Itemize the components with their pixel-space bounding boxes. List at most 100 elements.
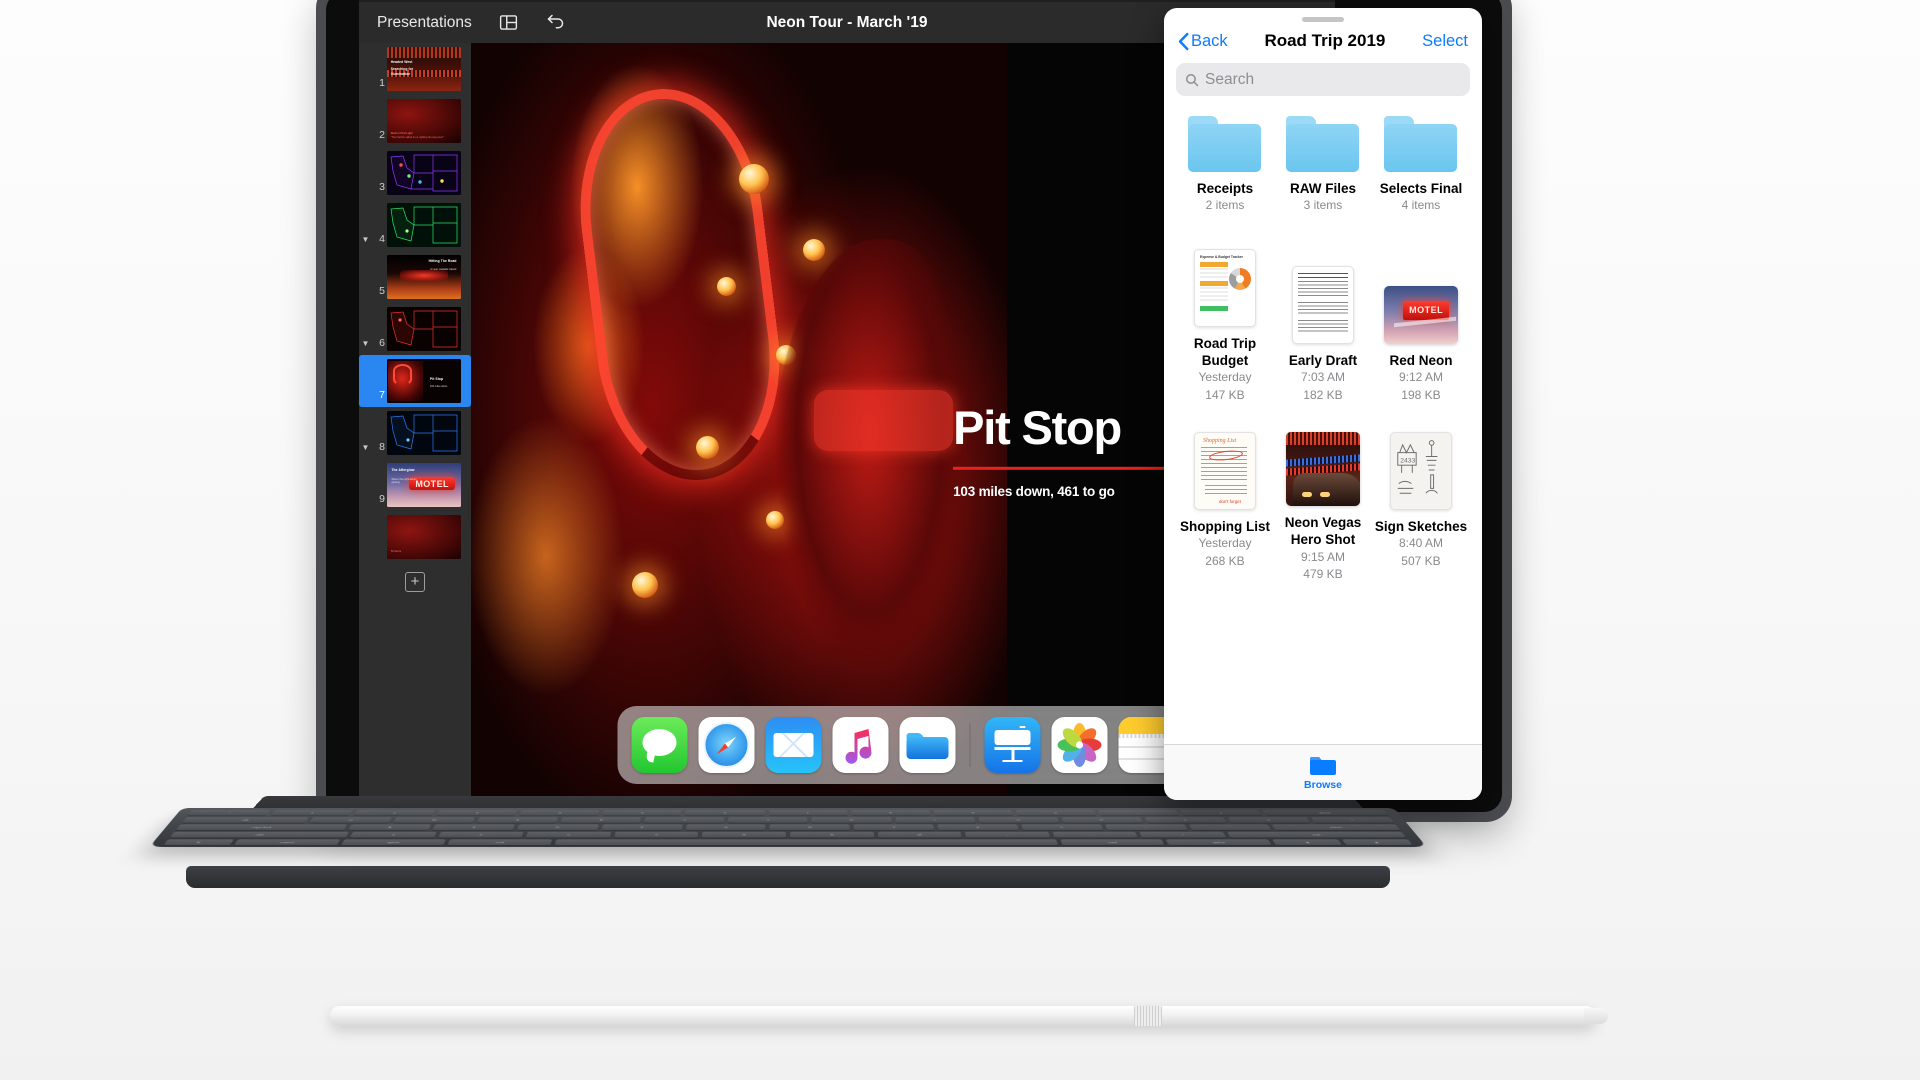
key[interactable]: ▶ <box>1342 839 1413 846</box>
key[interactable]: H <box>769 824 851 831</box>
key[interactable]: = <box>1180 810 1262 816</box>
file-item-road-trip-budget[interactable]: Expense & Budget Tracker Road Trip Budge… <box>1176 248 1274 404</box>
key[interactable]: A <box>348 824 432 831</box>
key[interactable]: S <box>432 824 515 831</box>
dock-app-music[interactable] <box>832 717 889 773</box>
slide-thumbnail-3[interactable]: 3 <box>359 147 471 199</box>
key[interactable]: caps lock <box>175 824 348 831</box>
key[interactable]: 9 <box>933 810 1014 816</box>
key[interactable]: control <box>233 839 341 846</box>
presentations-back-button[interactable]: Presentations <box>377 14 472 32</box>
key[interactable]: ' <box>1188 824 1272 831</box>
key[interactable]: ◀ <box>1272 839 1343 846</box>
key[interactable]: . <box>1052 831 1139 838</box>
slide-thumbnail-10[interactable]: 72 doors <box>359 511 471 563</box>
key[interactable]: , <box>964 831 1051 838</box>
keyboard-row-5[interactable]: ⌘ control option cmd cmd option ◀ ▶ <box>151 839 1426 846</box>
key[interactable]: 1 <box>270 810 353 816</box>
collapse-triangle[interactable]: ▼ <box>359 236 372 247</box>
key[interactable]: 3 <box>436 810 518 816</box>
key[interactable]: E <box>476 817 559 823</box>
file-item-sign-sketches[interactable]: 2433 Sign Sketches 8:40 AM 507 KB <box>1372 431 1470 570</box>
key[interactable]: return <box>1272 824 1401 831</box>
keyboard-row-1[interactable]: ~1 23 45 67 89 0- = delete <box>176 810 1401 816</box>
key[interactable]: C <box>525 831 612 838</box>
file-item-shopping-list[interactable]: Shopping List don't forget Shopping List… <box>1176 431 1274 570</box>
files-search-field[interactable]: Search <box>1176 63 1470 96</box>
key[interactable]: R <box>560 817 642 823</box>
smart-keyboard[interactable]: ~1 23 45 67 89 0- = delete tab QW ER TY U… <box>149 796 1427 894</box>
undo-icon[interactable] <box>545 12 566 33</box>
slide-thumbnail-1[interactable]: 1 Headed West Searching for Illumination <box>359 43 471 95</box>
file-item-early-draft[interactable]: Early Draft 7:03 AM 182 KB <box>1274 265 1372 404</box>
key[interactable]: 5 <box>602 810 683 816</box>
key[interactable]: P <box>1061 817 1143 823</box>
key[interactable]: tab <box>181 817 310 823</box>
key[interactable]: shift <box>169 831 350 838</box>
key[interactable]: N <box>790 831 874 838</box>
files-select-button[interactable]: Select <box>1422 32 1468 51</box>
slide-thumbnail-8[interactable]: ▼ 8 <box>359 407 471 459</box>
slide-thumbnail-5[interactable]: 5 Hitting The Road A neon roadside class… <box>359 251 471 303</box>
folder-item-receipts[interactable]: Receipts 2 items <box>1176 116 1274 215</box>
key[interactable]: 8 <box>850 810 931 816</box>
files-slide-over-panel[interactable]: Back Road Trip 2019 Select Search Receip… <box>1164 8 1482 800</box>
key[interactable]: Z <box>349 831 437 838</box>
dock-app-files[interactable] <box>899 717 956 773</box>
key[interactable]: ] <box>1227 817 1311 823</box>
key[interactable]: Q <box>309 817 393 823</box>
tab-browse[interactable]: Browse <box>1304 755 1342 791</box>
key[interactable]: shift <box>1226 831 1407 838</box>
key[interactable]: 6 <box>685 810 765 816</box>
slide-thumbnail-7[interactable]: 7 Pit Stop 103 miles down <box>359 355 471 407</box>
key[interactable]: delete <box>1262 810 1389 816</box>
key[interactable]: cmd <box>447 839 553 846</box>
folder-item-selects-final[interactable]: Selects Final 4 items <box>1372 116 1470 215</box>
key[interactable]: U <box>811 817 892 823</box>
key[interactable]: / <box>1139 831 1227 838</box>
apple-pencil[interactable] <box>330 1006 1608 1026</box>
add-slide-icon[interactable]: + <box>405 572 425 592</box>
key[interactable]: - <box>1097 810 1180 816</box>
keyboard-row-2[interactable]: tab QW ER TY UI OP [] \ <box>170 817 1407 823</box>
key[interactable]: F <box>601 824 683 831</box>
key[interactable]: K <box>937 824 1019 831</box>
dock-app-photos[interactable] <box>1051 717 1108 773</box>
file-item-red-neon[interactable]: MOTEL Red Neon 9:12 AM 198 KB <box>1372 285 1470 404</box>
key[interactable]: W <box>393 817 476 823</box>
files-content-grid[interactable]: Receipts 2 items RAW Files 3 items Selec… <box>1164 96 1482 744</box>
key[interactable]: X <box>437 831 524 838</box>
key[interactable]: J <box>853 824 935 831</box>
file-item-neon-vegas-hero-shot[interactable]: Neon Vegas Hero Shot 9:15 AM 479 KB <box>1274 431 1372 583</box>
files-back-button[interactable]: Back <box>1178 32 1228 51</box>
key[interactable]: option <box>1166 839 1272 846</box>
view-options-icon[interactable] <box>498 12 519 33</box>
globe-key[interactable]: ⌘ <box>163 839 234 846</box>
key[interactable]: 0 <box>1015 810 1097 816</box>
dock-app-mail[interactable] <box>765 717 822 773</box>
dock-app-keynote[interactable] <box>984 717 1041 773</box>
key[interactable]: 4 <box>519 810 600 816</box>
key[interactable]: [ <box>1144 817 1227 823</box>
key[interactable]: M <box>877 831 962 838</box>
key[interactable]: cmd <box>1060 839 1165 846</box>
key[interactable]: B <box>702 831 786 838</box>
dock-app-safari[interactable] <box>698 717 755 773</box>
key[interactable]: O <box>978 817 1060 823</box>
key[interactable]: option <box>340 839 447 846</box>
slide-thumbnail-4[interactable]: ▼ 4 <box>359 199 471 251</box>
space-key[interactable] <box>554 839 1058 846</box>
slide-thumbnail-2[interactable]: 2 Dusk in First Light "The horizon calle… <box>359 95 471 147</box>
key[interactable]: ; <box>1104 824 1188 831</box>
key[interactable]: 7 <box>768 810 848 816</box>
key[interactable]: G <box>685 824 766 831</box>
key[interactable]: L <box>1021 824 1104 831</box>
keyboard-row-4[interactable]: shift ZX CV BN M, . / shift <box>157 831 1419 838</box>
collapse-triangle[interactable]: ▼ <box>359 444 372 455</box>
slide-thumbnail-9[interactable]: 9 MOTEL The Afterglow Where the night ke… <box>359 459 471 511</box>
key[interactable]: D <box>516 824 599 831</box>
dock-app-messages[interactable] <box>631 717 688 773</box>
key[interactable]: \ <box>1310 817 1395 823</box>
slide-navigator[interactable]: 1 Headed West Searching for Illumination… <box>359 43 471 798</box>
keyboard-row-3[interactable]: caps lock AS DF GH JK L; ' return <box>163 824 1412 831</box>
